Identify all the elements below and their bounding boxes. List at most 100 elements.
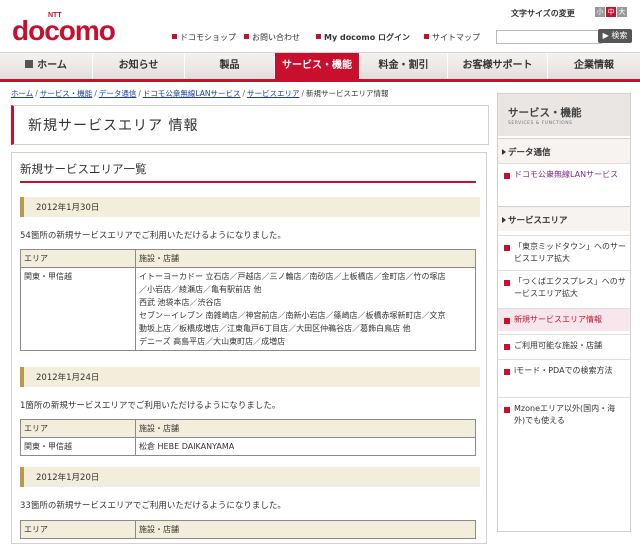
nav-pricing[interactable]: 料金・割引 bbox=[360, 53, 448, 79]
font-size-label: 文字サイズの変更 bbox=[511, 9, 575, 18]
nav-products[interactable]: 製品 bbox=[185, 53, 275, 79]
my-docomo-login-link[interactable]: My docomo ログイン bbox=[316, 32, 410, 43]
sidebar-item-midtown[interactable]: 「東京ミッドタウン」へのサービスエリア拡大 bbox=[498, 235, 630, 270]
breadcrumb-wlan[interactable]: ドコモ公衆無線LANサービス bbox=[143, 89, 241, 98]
nav-home-label: ホーム bbox=[37, 60, 67, 71]
logo-wordmark: docomo bbox=[12, 15, 116, 46]
entry-note: 54箇所の新規サービスエリアでご利用いただけるようになりました。 bbox=[20, 231, 286, 241]
contact-label: お問い合わせ bbox=[252, 33, 300, 42]
date-heading: 2012年1月24日 bbox=[20, 367, 480, 387]
sidebar-header: サービス・機能 SERVICES & FUNCTIONS bbox=[498, 94, 630, 136]
home-icon bbox=[25, 60, 34, 68]
bullet-icon bbox=[504, 245, 510, 251]
search-input[interactable] bbox=[496, 30, 602, 44]
search-button[interactable]: ▶ 検索 bbox=[598, 29, 632, 43]
bullet-icon bbox=[316, 34, 321, 39]
bullet-icon bbox=[424, 34, 429, 39]
entry-note: 1箇所の新規サービスエリアでご利用いただけるようになりました。 bbox=[20, 401, 281, 411]
sitemap-label: サイトマップ bbox=[432, 33, 480, 42]
area-cell: 関東・甲信越 bbox=[20, 437, 136, 456]
col-facility: 施設・店舗 bbox=[135, 249, 476, 268]
breadcrumb-services[interactable]: サービス・機能 bbox=[40, 89, 93, 98]
nav-home[interactable]: ホーム bbox=[0, 53, 93, 79]
sidebar-item-label: 新規サービスエリア情報 bbox=[514, 315, 602, 324]
sidebar-cat-label: データ通信 bbox=[508, 148, 551, 158]
page-title: 新規サービスエリア 情報 bbox=[28, 118, 199, 134]
sidebar-item-tsukuba[interactable]: 「つくばエクスプレス」へのサービスエリア拡大 bbox=[498, 270, 630, 305]
bullet-icon bbox=[504, 173, 510, 179]
font-size-large-button[interactable]: 大 bbox=[617, 7, 627, 17]
triangle-icon bbox=[502, 217, 506, 223]
sidebar: サービス・機能 SERVICES & FUNCTIONS データ通信 ドコモ公衆… bbox=[497, 93, 631, 532]
area-list-panel: 新規サービスエリア一覧 2012年1月30日 54箇所の新規サービスエリアでご利… bbox=[11, 152, 487, 544]
facility-line: 動坂上店／板橋成増店／江東亀戸6丁目店／大田区仲鵜谷店／葛飾白鳥店 他 bbox=[139, 324, 411, 333]
breadcrumb-home[interactable]: ホーム bbox=[11, 89, 33, 98]
facility-cell: イトーヨーカドー 立石店／戸越店／三ノ輪店／南砂店／上板橋店／金町店／竹の塚店 … bbox=[135, 267, 476, 351]
area-table: エリア 施設・店舗 関東・甲信越 松倉 HEBE DAIKANYAMA bbox=[20, 419, 476, 456]
sidebar-subtitle: SERVICES & FUNCTIONS bbox=[508, 121, 573, 126]
nav-corporate[interactable]: 企業情報 bbox=[548, 53, 640, 79]
font-size-medium-button[interactable]: 中 bbox=[606, 7, 616, 17]
site-header: NTT docomo 文字サイズの変更 小 中 大 ドコモショップ お問い合わせ… bbox=[0, 0, 640, 52]
section-title: 新規サービスエリア一覧 bbox=[20, 162, 147, 176]
breadcrumb-data[interactable]: データ通信 bbox=[99, 89, 137, 98]
global-nav: ホーム お知らせ 製品 サービス・機能 料金・割引 お客様サポート 企業情報 bbox=[0, 52, 640, 82]
facility-line: イトーヨーカドー 立石店／戸越店／三ノ輪店／南砂店／上板橋店／金町店／竹の塚店 bbox=[139, 272, 446, 281]
facility-line: セブン－イレブン 南雑崎店／神宮前店／南新小岩店／篠崎店／板橋赤塚新町店／文京 bbox=[139, 311, 446, 320]
sidebar-item-imode[interactable]: iモード・PDAでの検索方法 bbox=[498, 359, 630, 394]
nav-news[interactable]: お知らせ bbox=[93, 53, 185, 79]
date-heading: 2012年1月20日 bbox=[20, 467, 480, 487]
bullet-icon bbox=[504, 407, 510, 413]
sidebar-item-mzone[interactable]: Mzoneエリア以外(国内・海外)でも使える bbox=[498, 397, 630, 432]
col-area: エリア bbox=[20, 419, 136, 438]
sidebar-item-wlan[interactable]: ドコモ公衆無線LANサービス bbox=[498, 163, 630, 200]
date-text: 2012年1月30日 bbox=[36, 203, 100, 213]
bullet-icon bbox=[504, 369, 510, 375]
facility-line: ／小岩店／綾瀬店／亀有駅前店 他 bbox=[139, 285, 262, 294]
facility-line: デニーズ 高島平店／大山東町店／成増店 bbox=[139, 337, 286, 346]
contact-link[interactable]: お問い合わせ bbox=[244, 32, 300, 43]
table-header-row: エリア 施設・店舗 bbox=[20, 249, 476, 268]
col-facility: 施設・店舗 bbox=[135, 419, 476, 438]
page-title-bar: 新規サービスエリア 情報 bbox=[11, 105, 489, 145]
sidebar-item-label: 「東京ミッドタウン」へのサービスエリア拡大 bbox=[514, 242, 626, 263]
bullet-icon bbox=[504, 280, 510, 286]
facility-line: 松倉 HEBE DAIKANYAMA bbox=[139, 442, 235, 451]
breadcrumb-current: 新規サービスエリア情報 bbox=[306, 89, 389, 98]
bullet-icon bbox=[504, 344, 510, 350]
sidebar-cat-area[interactable]: サービスエリア bbox=[498, 206, 630, 231]
sidebar-item-new-area[interactable]: 新規サービスエリア情報 bbox=[498, 308, 630, 331]
date-text: 2012年1月24日 bbox=[36, 373, 100, 383]
nav-support[interactable]: お客様サポート bbox=[448, 53, 548, 79]
facility-line: 西武 池袋本店／渋谷店 bbox=[139, 298, 222, 307]
date-heading: 2012年1月30日 bbox=[20, 197, 480, 217]
breadcrumb-area[interactable]: サービスエリア bbox=[247, 89, 300, 98]
my-docomo-label: My docomo ログイン bbox=[324, 33, 411, 42]
sidebar-item-label: Mzoneエリア以外(国内・海外)でも使える bbox=[514, 404, 616, 425]
sitemap-link[interactable]: サイトマップ bbox=[424, 32, 480, 43]
col-area: エリア bbox=[20, 249, 136, 268]
sidebar-item-facilities[interactable]: ご利用可能な施設・店舗 bbox=[498, 334, 630, 357]
breadcrumb: ホーム / サービス・機能 / データ通信 / ドコモ公衆無線LANサービス / サービスエリア… bbox=[11, 89, 389, 98]
sidebar-cat-label: サービスエリア bbox=[508, 216, 568, 226]
table-header-row: エリア 施設・店舗 bbox=[20, 419, 476, 438]
facility-cell: 松倉 HEBE DAIKANYAMA bbox=[135, 437, 476, 456]
font-size-small-button[interactable]: 小 bbox=[595, 7, 605, 17]
sidebar-title: サービス・機能 bbox=[508, 107, 582, 119]
docomo-logo[interactable]: NTT docomo bbox=[12, 12, 122, 46]
triangle-icon bbox=[502, 149, 506, 155]
sidebar-item-label: 「つくばエクスプレス」へのサービスエリア拡大 bbox=[514, 277, 626, 298]
sidebar-cat-data[interactable]: データ通信 bbox=[498, 138, 630, 163]
docomo-shop-link[interactable]: ドコモショップ bbox=[172, 32, 236, 43]
table-row: 関東・甲信越 イトーヨーカドー 立石店／戸越店／三ノ輪店／南砂店／上板橋店／金町… bbox=[20, 267, 476, 351]
table-row: 関東・甲信越 松倉 HEBE DAIKANYAMA bbox=[20, 437, 476, 456]
sidebar-item-label: ご利用可能な施設・店舗 bbox=[514, 341, 602, 350]
section-divider bbox=[20, 181, 476, 183]
entry-note: 33箇所の新規サービスエリアでご利用いただけるようになりました。 bbox=[20, 501, 286, 511]
area-cell: 関東・甲信越 bbox=[20, 267, 136, 351]
date-text: 2012年1月20日 bbox=[36, 473, 100, 483]
sidebar-item-label: ドコモ公衆無線LANサービス bbox=[514, 170, 619, 179]
bullet-icon bbox=[244, 34, 249, 39]
nav-services[interactable]: サービス・機能 bbox=[275, 53, 360, 79]
area-table: エリア 施設・店舗 関東・甲信越 イトーヨーカドー 立石店／戸越店／三ノ輪店／南… bbox=[20, 249, 476, 351]
